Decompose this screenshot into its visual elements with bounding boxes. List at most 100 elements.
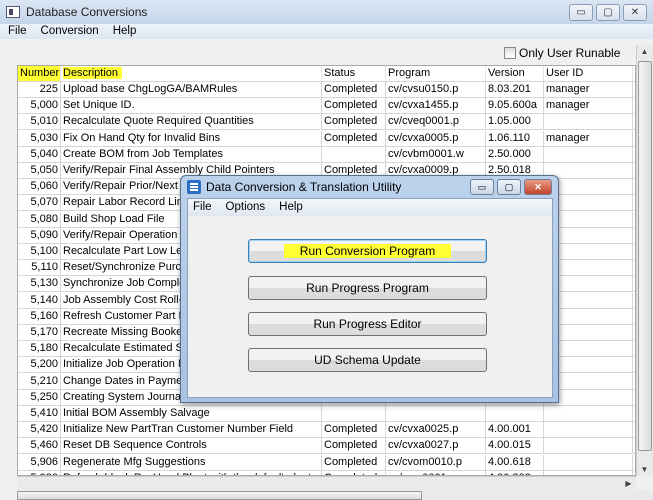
cell-program: cv/cvxa1455.p — [386, 98, 486, 114]
col-description[interactable]: Description — [61, 66, 322, 81]
cell-user-id: manager — [544, 130, 633, 146]
maximize-button[interactable]: ▢ — [596, 4, 620, 21]
cell-number: 5,200 — [18, 357, 61, 373]
cell-description: Regenerate Mfg Suggestions — [61, 454, 322, 470]
cell-program: cv/cvxa0027.p — [386, 438, 486, 454]
cell-number: 5,000 — [18, 98, 61, 114]
cell-status: Completed — [322, 454, 386, 470]
table-row[interactable]: 5,460 Reset DB Sequence Controls Completed… — [18, 438, 635, 455]
run-conversion-program-button[interactable]: Run Conversion Program — [248, 239, 487, 263]
cell-description: Upload base ChgLogGA/BAMRules — [61, 82, 322, 97]
dialog-close-button[interactable]: ✕ — [524, 179, 552, 195]
cell-number: 5,080 — [18, 211, 61, 227]
dialog-menu-help[interactable]: Help — [279, 199, 303, 216]
cell-version: 8.03.201 — [486, 82, 544, 97]
cell-user-id — [544, 114, 633, 130]
horizontal-scroll-thumb[interactable] — [17, 491, 422, 500]
menu-help[interactable]: Help — [113, 24, 137, 39]
table-row[interactable]: 5,906 Regenerate Mfg Suggestions Completed… — [18, 454, 635, 471]
horizontal-scrollbar[interactable]: ▶ — [17, 476, 636, 490]
horizontal-scrollbar-outer[interactable] — [17, 490, 653, 500]
scroll-up-arrow[interactable]: ▲ — [637, 47, 652, 56]
cell-number: 5,060 — [18, 179, 61, 195]
col-user-id[interactable]: User ID — [544, 66, 633, 81]
minimize-button[interactable]: ▭ — [569, 4, 593, 21]
scroll-right-arrow[interactable]: ▶ — [621, 479, 636, 488]
run-conversion-program-label: Run Conversion Program — [283, 244, 452, 258]
cell-version: 4.00.001 — [486, 422, 544, 438]
cell-user-id — [544, 163, 633, 178]
cell-program: cv/cvsu0150.p — [386, 82, 486, 97]
col-version[interactable]: Version — [486, 66, 544, 81]
cell-number: 5,906 — [18, 454, 61, 470]
close-button[interactable]: ✕ — [623, 4, 647, 21]
cell-program: cv/cveq0001.p — [386, 114, 486, 130]
title-bar: Database Conversions ▭ ▢ ✕ — [0, 0, 653, 24]
ud-schema-update-button[interactable]: UD Schema Update — [248, 348, 487, 372]
col-program[interactable]: Program — [386, 66, 486, 81]
cell-program: cv/cvbm0001.w — [386, 146, 486, 162]
cell-description: Fix On Hand Qty for Invalid Bins — [61, 130, 322, 146]
cell-description: Initial BOM Assembly Salvage — [61, 406, 322, 421]
cell-user-id — [544, 454, 633, 470]
menu-bar: File Conversion Help — [0, 24, 653, 39]
cell-number: 5,180 — [18, 341, 61, 357]
vertical-scroll-thumb[interactable] — [638, 61, 652, 451]
dialog-menu-file[interactable]: File — [193, 199, 212, 216]
col-status[interactable]: Status — [322, 66, 386, 81]
vertical-scrollbar[interactable]: ▲ ▼ — [636, 45, 653, 476]
table-row[interactable]: 5,040 Create BOM from Job Templates cv/cvb… — [18, 146, 635, 163]
cell-number: 5,410 — [18, 406, 61, 421]
cell-number: 5,110 — [18, 260, 61, 276]
cell-status: Completed — [322, 438, 386, 454]
table-row[interactable]: 5,000 Set Unique ID. Completed cv/cvxa1455.… — [18, 98, 635, 115]
cell-program: cv/cvxa0025.p — [386, 422, 486, 438]
scroll-down-arrow[interactable]: ▼ — [637, 465, 652, 474]
cell-number: 225 — [18, 82, 61, 97]
menu-conversion[interactable]: Conversion — [41, 24, 99, 39]
cell-description: Create BOM from Job Templates — [61, 146, 322, 162]
dialog-menu-options[interactable]: Options — [226, 199, 266, 216]
cell-version: 4.00.618 — [486, 454, 544, 470]
cell-user-id: manager — [544, 82, 633, 97]
cell-number: 5,100 — [18, 244, 61, 259]
table-header: Number Description Status Program Versio… — [18, 66, 635, 82]
cell-status: Completed — [322, 98, 386, 114]
cell-number: 5,010 — [18, 114, 61, 130]
cell-program: cv/cvxa0005.p — [386, 130, 486, 146]
dialog-minimize-button[interactable]: ▭ — [470, 179, 494, 195]
table-row[interactable]: 225 Upload base ChgLogGA/BAMRules Complete… — [18, 82, 635, 98]
cell-user-id — [544, 406, 633, 421]
conversion-utility-dialog: Data Conversion & Translation Utility ▭ … — [180, 175, 559, 403]
table-row[interactable]: 5,410 Initial BOM Assembly Salvage — [18, 406, 635, 422]
cell-status: Completed — [322, 130, 386, 146]
table-row[interactable]: 5,420 Initialize New PartTran Customer Nu… — [18, 422, 635, 439]
run-progress-program-button[interactable]: Run Progress Program — [248, 276, 487, 300]
cell-description: Reset DB Sequence Controls — [61, 438, 322, 454]
cell-number: 5,090 — [18, 227, 61, 243]
menu-file[interactable]: File — [8, 24, 27, 39]
dialog-maximize-button[interactable]: ▢ — [497, 179, 521, 195]
cell-number: 5,130 — [18, 276, 61, 292]
cell-user-id — [544, 146, 633, 162]
cell-number: 5,210 — [18, 373, 61, 389]
table-row[interactable]: 5,010 Recalculate Quote Required Quantiti… — [18, 114, 635, 131]
table-row[interactable]: 5,030 Fix On Hand Qty for Invalid Bins Com… — [18, 130, 635, 147]
cell-status: Completed — [322, 114, 386, 130]
dialog-menu-bar: File Options Help — [188, 199, 552, 216]
only-user-runable-checkbox[interactable]: Only User Runable — [504, 46, 620, 60]
cell-description: Set Unique ID. — [61, 98, 322, 114]
app-icon — [6, 6, 20, 18]
col-number[interactable]: Number — [18, 66, 61, 81]
cell-number: 5,040 — [18, 146, 61, 162]
cell-status — [322, 146, 386, 162]
dialog-title: Data Conversion & Translation Utility — [206, 180, 402, 194]
checkbox-box[interactable] — [504, 47, 516, 59]
run-progress-editor-button[interactable]: Run Progress Editor — [248, 312, 487, 336]
window-title: Database Conversions — [26, 5, 148, 19]
cell-user-id: manager — [544, 98, 633, 114]
cell-program — [386, 406, 486, 421]
cell-number: 5,420 — [18, 422, 61, 438]
cell-version: 2.50.000 — [486, 146, 544, 162]
cell-version: 1.06.110 — [486, 130, 544, 146]
